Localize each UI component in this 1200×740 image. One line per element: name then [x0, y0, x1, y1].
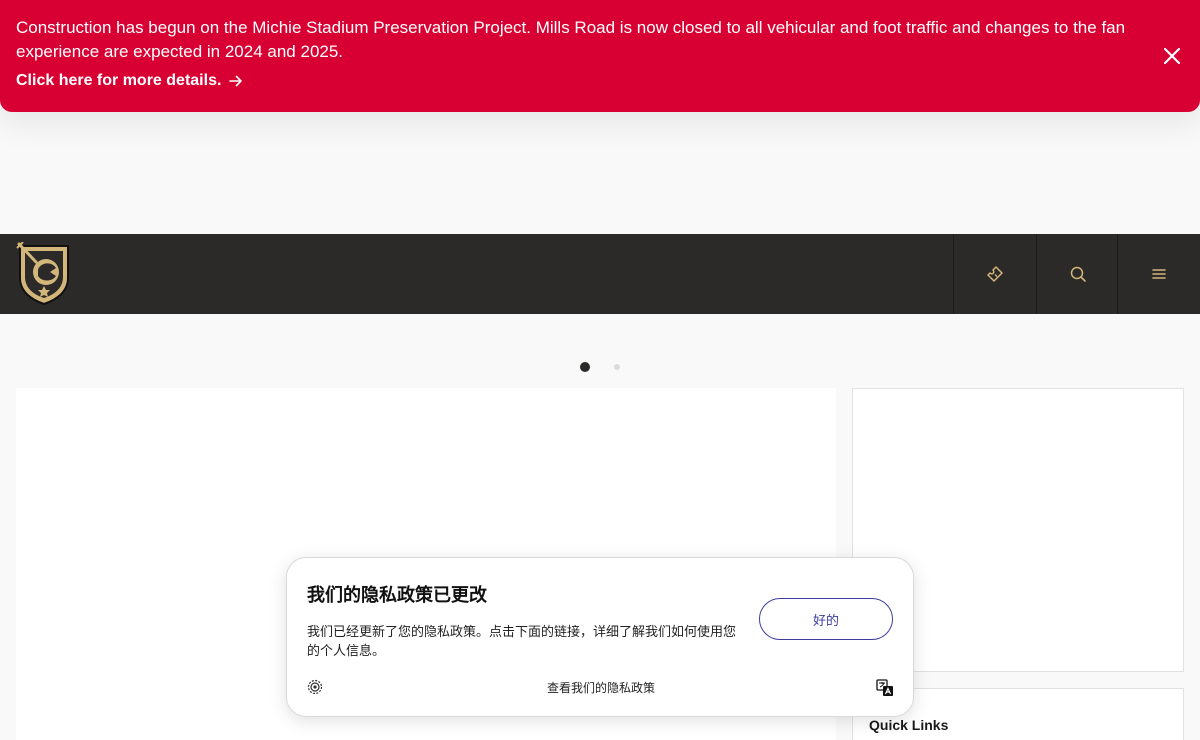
- menu-button[interactable]: [1117, 234, 1200, 314]
- privacy-title: 我们的隐私政策已更改: [307, 585, 487, 605]
- ticket-icon: [986, 266, 1003, 282]
- privacy-ok-button[interactable]: 好的: [759, 598, 893, 640]
- arrow-right-icon: [229, 75, 243, 87]
- menu-icon: [1152, 269, 1166, 279]
- quick-links-title: Quick Links: [869, 717, 949, 733]
- carousel-dot[interactable]: [614, 364, 620, 370]
- alert-banner: Construction has begun on the Michie Sta…: [0, 0, 1200, 112]
- alert-details-link-label: Click here for more details.: [16, 72, 222, 89]
- alert-message: Construction has begun on the Michie Sta…: [16, 18, 1126, 61]
- alert-details-link[interactable]: Click here for more details.: [16, 72, 243, 90]
- privacy-notice-dialog: 我们的隐私政策已更改 我们已经更新了您的隐私政策。点击下面的链接，详细了解我们如…: [286, 557, 914, 717]
- search-icon: [1070, 266, 1086, 282]
- privacy-body: 我们已经更新了您的隐私政策。点击下面的链接，详细了解我们如何使用您的个人信息。: [307, 624, 737, 658]
- tickets-button[interactable]: [953, 234, 1035, 314]
- carousel-dot-active[interactable]: [580, 362, 590, 372]
- translate-icon[interactable]: [876, 679, 894, 697]
- privacy-policy-link[interactable]: 查看我们的隐私政策: [287, 679, 915, 696]
- close-icon[interactable]: [1162, 46, 1182, 66]
- site-navbar: [0, 234, 1200, 314]
- search-button[interactable]: [1036, 234, 1118, 314]
- knight-shield-logo[interactable]: [16, 242, 72, 306]
